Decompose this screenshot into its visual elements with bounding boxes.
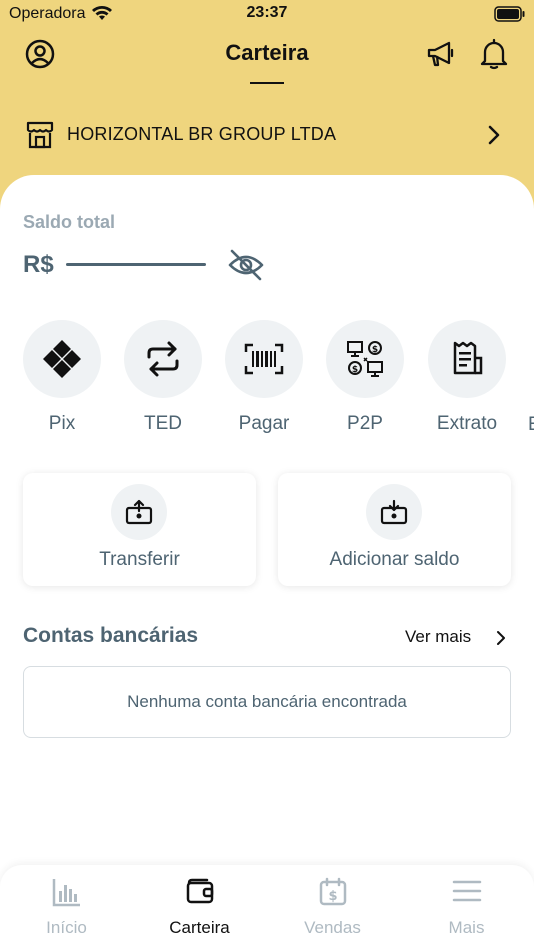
svg-text:$: $ [352,365,358,375]
tab-inicio[interactable]: Início [0,865,133,950]
company-selector[interactable]: HORIZONTAL BR GROUP LTDA [0,110,534,160]
barcode-icon [225,320,303,398]
balance-label: Saldo total [23,212,116,232]
action-ted[interactable]: TED [124,320,204,435]
title-underline [250,82,284,84]
action-p2p[interactable]: $ $ P2P [326,320,406,435]
see-more-link[interactable]: Ver mais [405,627,471,647]
menu-icon [400,877,533,905]
action-label: Pix [48,413,76,434]
wallet-icon [133,877,266,905]
tab-mais[interactable]: Mais [400,865,533,950]
money-download-icon [366,484,422,540]
receipt-icon [428,320,506,398]
transfer-arrows-icon [124,320,202,398]
tab-vendas[interactable]: $ Vendas [266,865,399,950]
empty-message: Nenhuma conta bancária encontrada [127,692,407,711]
company-name: HORIZONTAL BR GROUP LTDA [67,124,337,144]
tab-label: Início [46,918,87,937]
pix-icon [23,320,101,398]
svg-text:$: $ [328,889,337,904]
transferir-card[interactable]: Transferir [23,473,256,586]
svg-text:$: $ [372,345,378,355]
calendar-money-icon: $ [266,877,399,907]
balance-currency: R$ [23,251,54,278]
eye-off-icon[interactable] [227,247,265,288]
p2p-icon: $ $ [326,320,404,398]
tab-bar: Início Carteira $ Vendas Mais [0,865,534,950]
action-label: Pagar [238,413,290,434]
adicionar-saldo-card[interactable]: Adicionar saldo [278,473,511,586]
bell-icon[interactable] [478,37,510,71]
action-pix[interactable]: Pix [23,320,103,435]
action-label: Extrato [436,413,498,434]
empty-bank-accounts-box: Nenhuma conta bancária encontrada [23,666,511,738]
megaphone-icon[interactable] [424,38,456,70]
tab-label: Mais [448,918,485,937]
chevron-right-icon[interactable] [496,630,506,651]
action-overflow-label: E [528,414,534,436]
action-pagar[interactable]: Pagar [225,320,305,435]
status-bar: Operadora 23:37 [0,0,534,30]
status-time: 23:37 [246,4,288,21]
tab-carteira[interactable]: Carteira [133,865,266,950]
tab-label: Carteira [169,918,230,937]
chevron-right-icon [484,123,504,147]
card-label: Adicionar saldo [329,549,460,570]
bank-accounts-title: Contas bancárias [23,624,199,647]
battery-icon [494,6,526,27]
action-label: TED [144,413,182,434]
action-extrato[interactable]: Extrato [428,320,508,435]
money-upload-icon [111,484,167,540]
bar-chart-icon [0,877,133,907]
action-label: P2P [347,413,383,434]
tab-label: Vendas [304,918,361,937]
card-label: Transferir [99,549,180,570]
balance-hidden-value [66,263,206,266]
store-icon [24,119,56,151]
